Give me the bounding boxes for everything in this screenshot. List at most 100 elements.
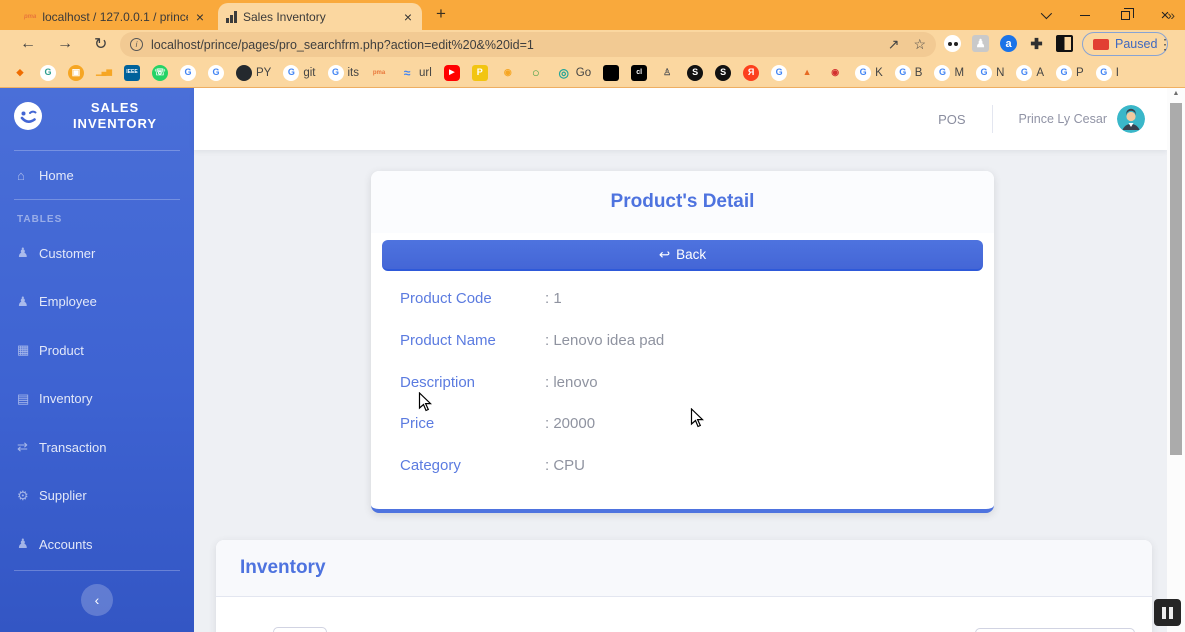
bookmark-item[interactable]: G A [1016, 65, 1044, 81]
bookmark-item[interactable]: ▲ [799, 65, 815, 81]
page-scrollbar[interactable]: ▲ [1167, 88, 1185, 632]
back-button[interactable]: ↩ Back [382, 240, 983, 271]
adblock-paused-button[interactable]: Paused [1082, 32, 1168, 56]
extensions-puzzle-icon[interactable] [1028, 35, 1045, 52]
bookmark-favicon-icon: G [895, 65, 911, 81]
bookmark-item[interactable] [603, 65, 619, 81]
entries-per-page-select[interactable] [273, 627, 327, 632]
bookmark-item[interactable]: ◉ [500, 65, 516, 81]
sidebar-section-heading: TABLES [17, 214, 62, 225]
restore-button[interactable] [1108, 0, 1142, 30]
bookmark-item[interactable]: G [208, 65, 224, 81]
bar-chart-favicon-icon [226, 11, 237, 23]
a-extension-icon[interactable]: a [1000, 35, 1017, 52]
bookmark-favicon-icon: cl [631, 65, 647, 81]
bookmark-item[interactable]: Я [743, 65, 759, 81]
bookmarks-overflow-icon[interactable]: » [1167, 0, 1175, 30]
bookmark-favicon-icon: G [283, 65, 299, 81]
bookmark-item[interactable]: S [687, 65, 703, 81]
home-icon: ⌂ [17, 168, 39, 183]
bookmark-item[interactable]: ○ [528, 65, 544, 81]
back-icon[interactable]: ← [20, 30, 36, 58]
profile-extension-icon[interactable]: ♟ [972, 35, 989, 52]
close-window-button[interactable]: × [1148, 0, 1182, 30]
bookmark-item[interactable]: G its [328, 65, 360, 81]
bookmark-label: K [875, 67, 883, 79]
sidebar-item[interactable]: ⚙ Supplier [0, 472, 194, 521]
bookmark-item[interactable]: ▁▄▆ [96, 65, 112, 81]
scrollbar-thumb[interactable] [1170, 103, 1182, 455]
bookmark-label: PY [256, 67, 271, 79]
bookmark-favicon-icon: G [208, 65, 224, 81]
back-arrow-icon: ↩ [659, 247, 670, 263]
sidebar-item[interactable]: ♟ Employee [0, 278, 194, 327]
close-tab-icon[interactable]: × [194, 9, 206, 25]
bookmark-favicon-icon: ▲ [799, 65, 815, 81]
bookmark-item[interactable]: ☏ [152, 65, 168, 81]
avatar[interactable] [1117, 105, 1145, 133]
sidebar-item[interactable]: ▤ Inventory [0, 375, 194, 424]
bookmark-item[interactable]: G M [934, 65, 964, 81]
recorder-pause-button[interactable] [1154, 599, 1181, 626]
sidebar-item[interactable]: ♟ Accounts [0, 520, 194, 569]
bookmark-item[interactable]: G I [1096, 65, 1119, 81]
bookmark-item[interactable]: ◆ [12, 65, 28, 81]
share-icon[interactable]: ↗ [888, 36, 900, 53]
tab-search-icon[interactable] [1028, 0, 1062, 30]
bookmark-favicon-icon: ◉ [827, 65, 843, 81]
minimize-button[interactable] [1068, 0, 1102, 30]
forward-icon[interactable]: → [57, 30, 73, 58]
sidebar-collapse-button[interactable]: ‹ [81, 584, 113, 616]
bookmark-item[interactable]: PY [236, 65, 271, 81]
bookmark-item[interactable]: G N [976, 65, 1004, 81]
bookmark-item[interactable]: ▶ [444, 65, 460, 81]
bookmark-item[interactable]: cl [631, 65, 647, 81]
bookmark-label: I [1116, 67, 1119, 79]
bookmark-item[interactable]: ♙ [659, 65, 675, 81]
sidebar-item[interactable]: ▦ Product [0, 326, 194, 375]
bookmark-favicon-icon: G [1056, 65, 1072, 81]
browser-menu-icon[interactable]: ⋮ [1158, 30, 1172, 58]
bookmark-item[interactable]: ≈ url [399, 65, 432, 81]
new-tab-button[interactable]: + [436, 4, 446, 24]
bookmark-item[interactable]: G [40, 65, 56, 81]
bookmark-star-icon[interactable]: ☆ [913, 36, 926, 53]
bookmark-item[interactable]: ◎ Go [556, 65, 591, 81]
sidebar-item-icon: ▤ [17, 391, 39, 407]
bookmark-favicon-icon [603, 65, 619, 81]
bookmark-item[interactable]: G P [1056, 65, 1084, 81]
bookmark-item[interactable]: pma [371, 65, 387, 81]
bookmark-item[interactable]: ◉ [827, 65, 843, 81]
bookmark-item[interactable]: G B [895, 65, 923, 81]
bookmark-item[interactable]: G K [855, 65, 883, 81]
address-bar[interactable]: i localhost/prince/pages/pro_searchfrm.p… [120, 32, 936, 57]
scroll-up-icon[interactable]: ▲ [1167, 90, 1185, 97]
panda-extension-icon[interactable] [944, 35, 961, 52]
tab-sales-inventory[interactable]: Sales Inventory × [218, 3, 422, 30]
tab-phpmyadmin[interactable]: pma localhost / 127.0.0.1 / prince / em … [16, 3, 214, 30]
inventory-title: Inventory [240, 557, 326, 579]
bookmark-item[interactable]: IEEE [124, 65, 140, 81]
dark-mode-extension-icon[interactable] [1056, 35, 1073, 52]
url-text[interactable]: localhost/prince/pages/pro_searchfrm.php… [151, 38, 888, 52]
field-label: Description [400, 374, 475, 391]
bookmark-label: P [1076, 67, 1084, 79]
sidebar-item[interactable]: ♟ Customer [0, 229, 194, 278]
sidebar-item[interactable]: ⇄ Transaction [0, 423, 194, 472]
bookmark-item[interactable]: ▣ [68, 65, 84, 81]
bookmark-item[interactable]: G [180, 65, 196, 81]
brand[interactable]: SALES INVENTORY [0, 100, 194, 132]
table-search-input[interactable] [975, 628, 1135, 632]
close-tab-icon[interactable]: × [402, 9, 414, 25]
bookmark-favicon-icon: S [687, 65, 703, 81]
bookmark-item[interactable]: S [715, 65, 731, 81]
field-value: : 20000 [545, 415, 595, 432]
user-name[interactable]: Prince Ly Cesar [1019, 112, 1107, 126]
bookmark-item[interactable]: G git [283, 65, 315, 81]
pos-link[interactable]: POS [938, 112, 965, 127]
sidebar-item-home[interactable]: ⌂ Home [0, 163, 194, 187]
bookmark-item[interactable]: G [771, 65, 787, 81]
reload-icon[interactable]: ↻ [94, 30, 107, 58]
bookmark-item[interactable]: P [472, 65, 488, 81]
site-info-icon[interactable]: i [130, 38, 143, 51]
